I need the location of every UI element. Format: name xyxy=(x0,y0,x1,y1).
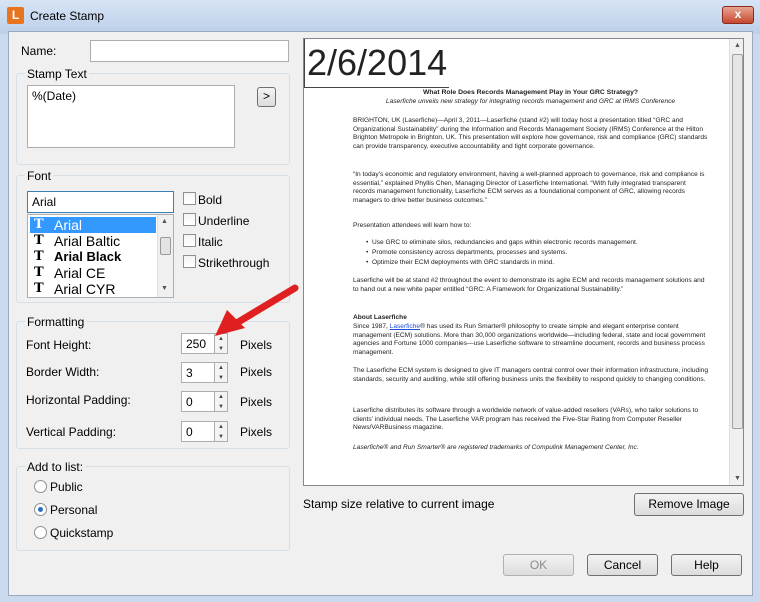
doc-paragraph: Presentation attendees will learn how to… xyxy=(353,222,472,229)
italic-checkbox[interactable] xyxy=(183,234,196,247)
public-radio[interactable] xyxy=(34,480,47,493)
doc-bullet: • Use GRC to eliminate silos, redundanci… xyxy=(366,239,638,246)
remove-image-button[interactable]: Remove Image xyxy=(634,493,744,516)
stamp-text-group-label: Stamp Text xyxy=(25,67,89,81)
vertical-padding-spinner[interactable]: ▲ ▼ xyxy=(214,421,228,442)
red-arrow-icon xyxy=(215,284,299,336)
laserfiche-app-icon: L xyxy=(7,7,24,24)
doc-about-paragraph: Since 1987, Laserfiche® has used its Run… xyxy=(353,323,706,356)
font-list-scrollbar[interactable]: ▲ ▼ xyxy=(157,215,173,297)
font-list-item[interactable]: T Arial Baltic xyxy=(30,233,156,249)
font-list-item-label: Arial CE xyxy=(54,265,106,281)
font-list-item-label: Arial Black xyxy=(54,249,122,264)
border-width-label: Border Width: xyxy=(26,365,100,379)
doc-about-heading: About Laserfiche xyxy=(353,314,407,321)
spin-down-icon[interactable]: ▼ xyxy=(215,344,227,354)
quickstamp-radio[interactable] xyxy=(34,526,47,539)
vertical-padding-input[interactable]: 0 xyxy=(181,421,215,442)
horizontal-padding-spinner[interactable]: ▲ ▼ xyxy=(214,391,228,412)
spin-up-icon[interactable]: ▲ xyxy=(215,392,227,402)
laserfiche-link[interactable]: Laserfiche xyxy=(390,323,420,330)
font-list-item[interactable]: T Arial CYR xyxy=(30,281,156,297)
formatting-group-label: Formatting xyxy=(25,315,87,329)
doc-paragraph: The Laserfiche ECM system is designed to… xyxy=(353,367,709,383)
title-bar: L Create Stamp x xyxy=(0,0,760,34)
doc-bullet: • Optimize their ECM deployments with GR… xyxy=(366,259,555,266)
horizontal-padding-unit: Pixels xyxy=(240,395,273,409)
doc-title: What Role Does Records Management Play i… xyxy=(422,89,639,96)
personal-radio[interactable] xyxy=(34,503,47,516)
doc-bullet: • Promote consistency across departments… xyxy=(366,249,568,256)
truetype-icon: T xyxy=(34,249,44,264)
close-button[interactable]: x xyxy=(722,6,754,24)
scroll-up-icon[interactable]: ▲ xyxy=(734,42,741,49)
spin-down-icon[interactable]: ▼ xyxy=(215,373,227,383)
font-list-item[interactable]: T Arial CE xyxy=(30,265,156,281)
strikethrough-label: Strikethrough xyxy=(198,256,270,270)
doc-paragraph: “In today’s economic and regulatory envi… xyxy=(353,171,705,204)
spin-down-icon[interactable]: ▼ xyxy=(215,432,227,442)
stamp-text-input[interactable]: %(Date) xyxy=(27,85,235,148)
truetype-icon: T xyxy=(34,281,44,296)
doc-paragraph: Laserfiche distributes its software thro… xyxy=(353,407,699,432)
italic-label: Italic xyxy=(198,235,223,249)
doc-subtitle: Laserfiche unveils new strategy for inte… xyxy=(385,98,676,105)
strikethrough-checkbox[interactable] xyxy=(183,255,196,268)
stamp-preview-text: 2/6/2014 xyxy=(304,39,450,88)
font-list-scroll-thumb[interactable] xyxy=(160,237,171,255)
insert-token-button[interactable]: > xyxy=(257,87,276,107)
font-list[interactable]: T Arial T Arial Baltic T Arial Black T Arial… xyxy=(27,214,174,298)
preview-scroll-thumb[interactable] xyxy=(732,54,743,429)
doc-trademark: Laserfiche® and Run Smarter® are registe… xyxy=(353,444,639,451)
horizontal-padding-input[interactable]: 0 xyxy=(181,391,215,412)
stamp-size-label: Stamp size relative to current image xyxy=(303,497,495,511)
font-name-input[interactable]: Arial xyxy=(27,191,174,213)
truetype-icon: T xyxy=(34,265,44,280)
font-group-label: Font xyxy=(25,169,54,183)
font-list-item-label: Arial CYR xyxy=(54,281,116,297)
personal-label: Personal xyxy=(50,503,98,517)
font-list-item-label: Arial Baltic xyxy=(54,233,121,249)
font-list-item[interactable]: T Arial xyxy=(30,217,156,233)
border-width-spinner[interactable]: ▲ ▼ xyxy=(214,362,228,383)
bold-checkbox[interactable] xyxy=(183,192,196,205)
ok-button[interactable]: OK xyxy=(503,554,574,576)
horizontal-padding-label: Horizontal Padding: xyxy=(26,393,131,407)
preview-scrollbar[interactable]: ▲ ▼ xyxy=(729,39,743,485)
scroll-up-icon[interactable]: ▲ xyxy=(161,218,168,225)
vertical-padding-label: Vertical Padding: xyxy=(26,425,117,439)
font-list-item[interactable]: T Arial Black xyxy=(30,249,156,265)
help-button[interactable]: Help xyxy=(671,554,742,576)
spin-up-icon[interactable]: ▲ xyxy=(215,363,227,373)
cancel-button[interactable]: Cancel xyxy=(587,554,658,576)
underline-checkbox[interactable] xyxy=(183,213,196,226)
truetype-icon: T xyxy=(34,217,44,232)
quickstamp-label: Quickstamp xyxy=(50,526,114,540)
spin-up-icon[interactable]: ▲ xyxy=(215,422,227,432)
scroll-down-icon[interactable]: ▼ xyxy=(734,475,741,482)
font-list-item-label: Arial xyxy=(54,217,83,233)
preview-document: What Role Does Records Management Play i… xyxy=(304,39,729,485)
stamp-preview-pane[interactable]: What Role Does Records Management Play i… xyxy=(303,38,744,486)
bold-label: Bold xyxy=(198,193,223,207)
doc-paragraph: Laserfiche will be at stand #2 throughou… xyxy=(353,277,705,293)
spin-down-icon[interactable]: ▼ xyxy=(215,402,227,412)
truetype-icon: T xyxy=(34,233,44,248)
border-width-unit: Pixels xyxy=(240,365,273,379)
public-label: Public xyxy=(50,480,83,494)
vertical-padding-unit: Pixels xyxy=(240,425,273,439)
doc-paragraph: BRIGHTON, UK (Laserfiche)—April 3, 2011—… xyxy=(353,117,708,150)
font-height-label: Font Height: xyxy=(26,338,92,352)
name-label: Name: xyxy=(21,44,57,58)
scroll-down-icon[interactable]: ▼ xyxy=(161,285,168,292)
window-title: Create Stamp xyxy=(30,9,105,23)
name-input[interactable] xyxy=(90,40,289,62)
border-width-input[interactable]: 3 xyxy=(181,362,215,383)
underline-label: Underline xyxy=(198,214,250,228)
add-to-list-group-label: Add to list: xyxy=(25,460,86,474)
